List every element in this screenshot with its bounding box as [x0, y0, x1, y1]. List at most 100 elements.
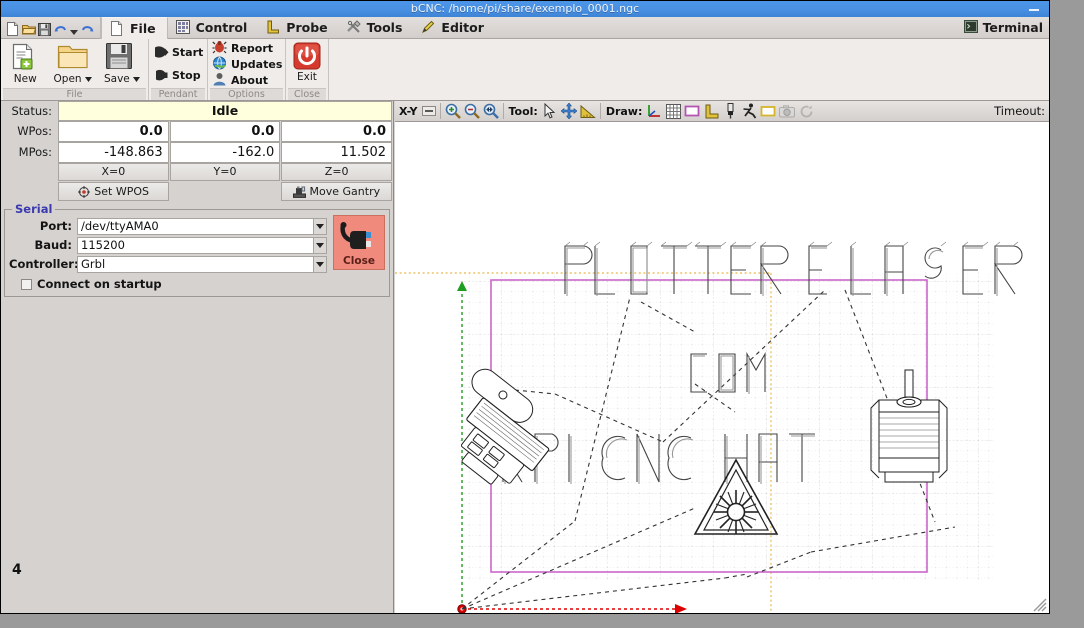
open-folder-icon[interactable]	[21, 21, 37, 35]
workarea-icon[interactable]	[702, 102, 720, 120]
serial-baud-dropdown-icon[interactable]	[314, 236, 327, 254]
save-button[interactable]: Save	[98, 40, 146, 88]
about-button[interactable]: About	[210, 72, 286, 88]
updates-button[interactable]: Updates	[210, 56, 286, 72]
new-button-label: New	[13, 73, 37, 85]
minimize-button[interactable]	[1029, 4, 1039, 14]
status-label: Status:	[11, 104, 52, 118]
exit-button-label: Exit	[297, 71, 317, 83]
zoom-out-icon[interactable]	[463, 102, 481, 120]
bcnc-main-window: bCNC: /home/pi/share/exemplo_0001.ngc Fi…	[0, 0, 1050, 614]
left-panel: Status: Idle WPos: 0.0 0.0 0.0 MPos: -14…	[1, 101, 394, 613]
resize-grip[interactable]	[1033, 597, 1047, 612]
set-wpos-button[interactable]: Set WPOS	[58, 182, 170, 201]
grid-icon[interactable]	[664, 102, 682, 120]
tab-probe[interactable]: Probe	[258, 17, 338, 39]
exit-button[interactable]: Exit	[288, 40, 326, 88]
rapid-move-icon[interactable]	[740, 102, 758, 120]
move-gantry-button[interactable]: Move Gantry	[280, 182, 392, 201]
serial-close-label: Close	[343, 255, 375, 267]
mpos-x-field: -148.863	[58, 142, 169, 163]
zero-x-button[interactable]: X=0	[58, 163, 169, 181]
tab-tools[interactable]: Tools	[339, 17, 414, 39]
screen-root: bCNC: /home/pi/share/exemplo_0001.ngc Fi…	[0, 0, 1084, 628]
tab-file-label: File	[130, 20, 156, 36]
view-dropdown-icon[interactable]	[421, 102, 437, 120]
open-button-label: Open	[53, 73, 82, 85]
tab-editor[interactable]: Editor	[413, 17, 495, 39]
bounds-rect-icon[interactable]	[759, 102, 777, 120]
wpos-y-field[interactable]: 0.0	[169, 121, 281, 142]
refresh-icon[interactable]	[797, 102, 815, 120]
zoom-in-icon[interactable]	[444, 102, 462, 120]
new-file-icon[interactable]	[6, 21, 19, 36]
camera-icon[interactable]	[778, 102, 796, 120]
ribbon-group-options: Report Updates About Options	[208, 39, 286, 100]
mpos-row: MPos: -148.863 -162.0 11.502	[1, 142, 393, 163]
margin-rect-icon[interactable]	[683, 102, 701, 120]
redo-icon[interactable]	[81, 21, 94, 35]
ruler-icon[interactable]	[579, 102, 597, 120]
select-arrow-icon[interactable]	[541, 102, 559, 120]
gcode-canvas[interactable]	[395, 122, 1049, 613]
terminal-button[interactable]: Terminal	[963, 19, 1049, 36]
zero-y-button[interactable]: Y=0	[169, 163, 281, 181]
serial-close-button[interactable]: Close	[333, 215, 385, 270]
serial-port-dropdown-icon[interactable]	[314, 217, 327, 235]
mpos-label: MPos:	[18, 145, 52, 159]
zero-buttons-row: X=0 Y=0 Z=0	[1, 163, 393, 181]
report-button-label: Report	[231, 41, 274, 55]
report-button[interactable]: Report	[210, 40, 286, 56]
probe-pin-icon[interactable]	[721, 102, 739, 120]
menu-strip: File Control Probe Tools Editor Terminal	[1, 16, 1049, 39]
start-button[interactable]: Start	[151, 41, 207, 64]
serial-controller-dropdown-icon[interactable]	[314, 255, 327, 273]
window-shadow-bottom	[8, 615, 1084, 628]
stop-button[interactable]: Stop	[151, 64, 207, 87]
tab-file[interactable]: File	[101, 16, 168, 39]
wpos-x-field[interactable]: 0.0	[58, 121, 169, 142]
undo-dropdown-icon[interactable]	[70, 21, 78, 35]
serial-controller-label: Controller:	[9, 257, 79, 271]
status-row: Status: Idle	[1, 101, 393, 121]
serial-controller-row: Controller: Grbl	[9, 255, 385, 273]
serial-port-input[interactable]: /dev/ttyAMA0	[77, 217, 314, 235]
stop-button-label: Stop	[172, 69, 201, 82]
wpos-actions-row: Set WPOS Move Gantry	[1, 182, 393, 201]
wpos-spacer	[170, 182, 279, 201]
serial-port-label: Port:	[39, 219, 72, 233]
connect-on-startup-checkbox[interactable]	[21, 278, 32, 290]
floppy-save-icon	[105, 42, 139, 72]
undo-icon[interactable]	[54, 21, 67, 35]
ribbon-group-pendant-label: Pendant	[151, 88, 205, 100]
timeout-label: Timeout:	[994, 104, 1045, 118]
chevron-down-icon	[132, 76, 140, 82]
gantry-icon	[292, 186, 306, 198]
axes-icon[interactable]	[645, 102, 663, 120]
pan-move-icon[interactable]	[560, 102, 578, 120]
ribbon-group-file: New Open Save File	[1, 39, 149, 100]
power-exit-icon	[293, 42, 321, 70]
new-button[interactable]: New	[3, 40, 47, 88]
connect-on-startup-row[interactable]: Connect on startup	[9, 277, 385, 291]
tools-wrench-icon	[346, 20, 362, 35]
new-document-icon	[8, 42, 42, 72]
open-button[interactable]: Open	[47, 40, 97, 88]
wpos-z-field[interactable]: 0.0	[281, 121, 393, 142]
zero-z-button[interactable]: Z=0	[281, 163, 393, 181]
ribbon-group-file-label: File	[3, 88, 146, 100]
serial-baud-input[interactable]: 115200	[77, 236, 314, 254]
window-shadow-right	[1051, 8, 1084, 620]
ribbon-group-pendant: Start Stop Pendant	[149, 39, 208, 100]
connect-on-startup-label: Connect on startup	[37, 277, 162, 291]
save-button-label: Save	[103, 73, 130, 85]
zoom-fit-icon[interactable]	[482, 102, 500, 120]
tab-control[interactable]: Control	[168, 17, 259, 39]
quick-access-toolbar	[1, 16, 101, 39]
updates-globe-icon	[212, 56, 228, 72]
serial-legend: Serial	[12, 202, 56, 216]
ribbon-group-close-label: Close	[288, 88, 326, 100]
serial-controller-input[interactable]: Grbl	[77, 255, 314, 273]
set-wpos-label: Set WPOS	[94, 185, 150, 198]
save-icon[interactable]	[38, 21, 51, 36]
